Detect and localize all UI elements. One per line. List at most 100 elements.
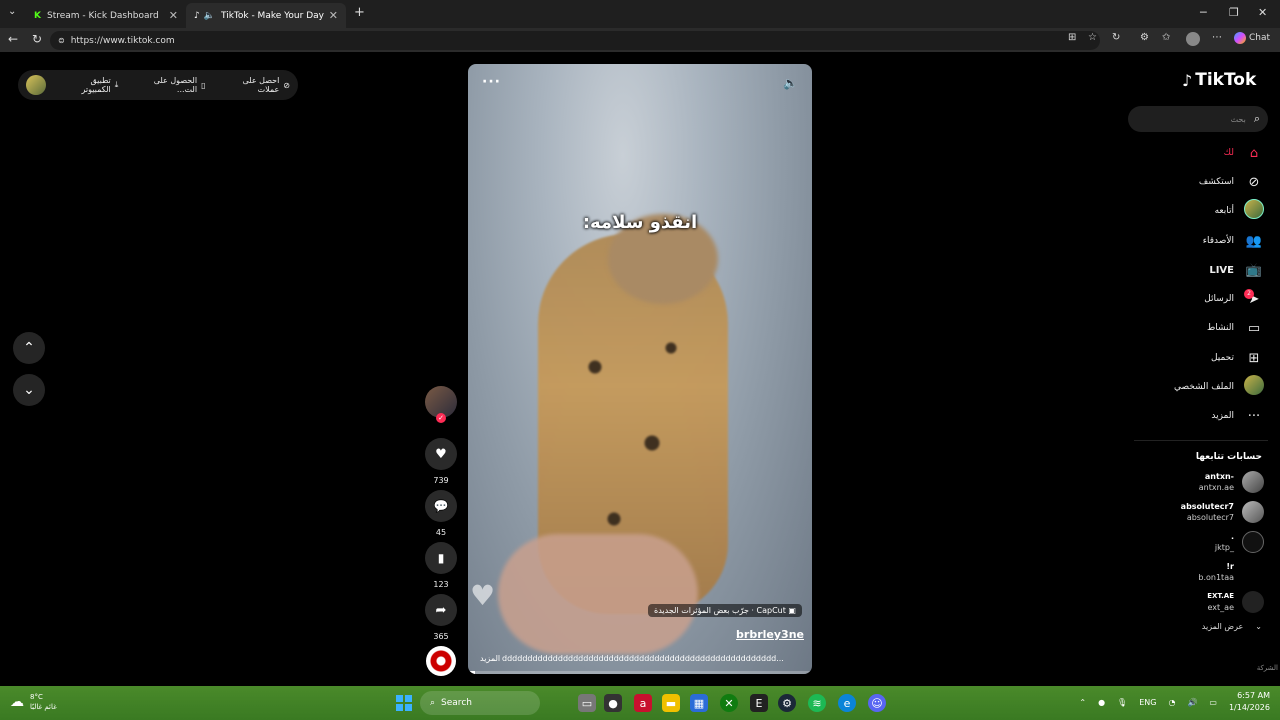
search-input[interactable]: بحث ⌕ xyxy=(1128,106,1268,132)
microphone-icon[interactable]: 🎙 xyxy=(1117,698,1127,707)
tiktok-logo[interactable]: ♪ TikTok xyxy=(1182,70,1256,90)
nav-explore[interactable]: استكشف ⊘ xyxy=(1199,170,1264,194)
close-window-icon[interactable]: ✕ xyxy=(1258,6,1267,19)
nav-for-you[interactable]: لك ⌂ xyxy=(1224,141,1264,165)
company-link[interactable]: الشركة xyxy=(1257,664,1278,672)
reload-icon[interactable]: ↻ xyxy=(32,32,42,46)
desktop-app-button[interactable]: ⤓ تطبيق الكمبيوتر xyxy=(60,76,119,94)
next-video-button[interactable]: ⌄ xyxy=(13,374,45,406)
clock[interactable]: 6:57 AM 1/14/2026 xyxy=(1229,690,1270,714)
nav-friends[interactable]: الأصدقاء 👥 xyxy=(1203,229,1264,253)
amd-icon[interactable]: a xyxy=(634,694,652,712)
copilot-icon xyxy=(1234,32,1246,44)
refresh-extension-icon[interactable]: ↻ xyxy=(1112,32,1120,43)
nav-following[interactable]: أتابعه xyxy=(1215,199,1264,223)
tab-list-icon[interactable]: ⌄ xyxy=(8,6,16,17)
nav-profile[interactable]: الملف الشخصي xyxy=(1174,375,1264,399)
more-options-icon[interactable]: ··· xyxy=(482,74,501,90)
tray-app-icon[interactable]: ● xyxy=(1098,698,1105,707)
comment-icon: 💬 xyxy=(425,490,457,522)
xbox-icon[interactable]: ✕ xyxy=(720,694,738,712)
nav-messages[interactable]: الرسائل ➤ 2 xyxy=(1204,287,1264,311)
steam-icon[interactable]: ⚙ xyxy=(778,694,796,712)
see-more-accounts-button[interactable]: عرض المزيد ⌄ xyxy=(1202,622,1262,631)
start-icon[interactable] xyxy=(396,695,412,711)
file-explorer-icon[interactable]: ▬ xyxy=(662,694,680,712)
url-input[interactable]: ⊜ https://www.tiktok.com xyxy=(50,31,1100,50)
following-account[interactable]: absolutecr7 absolutecr7 xyxy=(1181,498,1264,526)
follow-plus-icon[interactable]: ✓ xyxy=(436,413,446,423)
speaker-icon[interactable]: 🔈 xyxy=(204,11,215,21)
extensions-icon[interactable]: ⚙ xyxy=(1140,32,1149,43)
share-count: 365 xyxy=(433,632,449,641)
download-icon: ⤓ xyxy=(114,80,119,89)
get-coins-button[interactable]: ⊘ احصل على عملات xyxy=(219,76,291,94)
effect-label: CapCut · جرّب بعض المؤثرات الجديدة xyxy=(654,606,786,615)
nav-label: الأصدقاء xyxy=(1202,236,1234,246)
nav-activity[interactable]: النشاط ▭ xyxy=(1207,316,1264,340)
weather-widget[interactable]: ☁ 8°C غائم غالبًا xyxy=(10,692,57,712)
get-app-button[interactable]: ▯ الحصول على الت... xyxy=(132,76,206,94)
share-arrow-icon: ➦ xyxy=(425,594,457,626)
split-screen-icon[interactable]: ⊞ xyxy=(1068,32,1076,43)
see-more-link[interactable]: المزيد xyxy=(480,654,500,663)
music-disc-button[interactable] xyxy=(424,646,458,676)
video-progress-bar[interactable] xyxy=(468,671,812,674)
nav-upload[interactable]: تحميل ⊞ xyxy=(1211,346,1264,370)
edge-icon[interactable]: e xyxy=(838,694,856,712)
following-account[interactable]: EXT.AE ext_ae xyxy=(1207,588,1264,616)
comment-button[interactable]: 💬 45 xyxy=(424,490,458,537)
creator-avatar-button[interactable]: ✓ xyxy=(424,386,458,423)
volume-icon[interactable]: 🔈 xyxy=(783,76,798,90)
previous-video-button[interactable]: ⌃ xyxy=(13,332,45,364)
video-caption: انقذو سلامه: xyxy=(582,212,698,233)
friends-icon: 👥 xyxy=(1245,233,1263,249)
close-icon[interactable]: ✕ xyxy=(329,9,338,22)
volume-icon[interactable]: 🔊 xyxy=(1187,698,1197,707)
tab-kick[interactable]: K Stream - Kick Dashboard ✕ xyxy=(26,3,186,28)
user-avatar[interactable] xyxy=(26,75,46,95)
language-indicator[interactable]: ENG xyxy=(1139,698,1156,707)
wifi-icon[interactable]: ◔ xyxy=(1168,698,1175,707)
favorites-icon[interactable]: ✩ xyxy=(1162,32,1170,43)
back-icon[interactable]: ← xyxy=(8,32,18,46)
following-account[interactable]: antxn-antxn.ae xyxy=(1199,468,1264,496)
favorite-star-icon[interactable]: ☆ xyxy=(1088,32,1097,43)
spotify-icon[interactable]: ≋ xyxy=(808,694,826,712)
browser-tab-bar: ⌄ K Stream - Kick Dashboard ✕ ♪ 🔈 TikTok… xyxy=(0,0,1280,28)
video-player[interactable]: انقذو سلامه: ··· 🔈 ♥ ▣ CapCut · جرّب بعض… xyxy=(468,64,812,674)
menu-dots-icon[interactable]: ⋯ xyxy=(1212,32,1222,43)
date: 1/14/2026 xyxy=(1228,703,1270,712)
nav-live[interactable]: LIVE 📺 xyxy=(1209,258,1264,282)
obs-icon[interactable]: ● xyxy=(604,694,622,712)
save-button[interactable]: ▮ 123 xyxy=(424,542,458,589)
close-icon[interactable]: ✕ xyxy=(169,9,178,22)
minimize-icon[interactable]: ─ xyxy=(1200,6,1207,19)
nav-more[interactable]: المزيد ··· xyxy=(1211,404,1264,428)
effect-chip[interactable]: ▣ CapCut · جرّب بعض المؤثرات الجديدة xyxy=(648,604,802,617)
new-tab-button[interactable]: + xyxy=(354,5,365,20)
share-button[interactable]: ➦ 365 xyxy=(424,594,458,641)
search-icon[interactable]: ⌕ xyxy=(1254,112,1260,126)
copilot-chat-button[interactable]: Chat xyxy=(1234,32,1270,44)
site-info-icon[interactable]: ⊜ xyxy=(58,36,65,45)
task-view-icon[interactable]: ▭ xyxy=(578,694,596,712)
weather-condition: غائم غالبًا xyxy=(30,703,57,711)
chevron-up-icon[interactable]: ⌃ xyxy=(1079,698,1086,707)
like-button[interactable]: ♥ 739 xyxy=(424,438,458,485)
account-avatar xyxy=(1242,501,1264,523)
discord-icon[interactable]: ☺ xyxy=(868,694,886,712)
account-handle: b.on1taa xyxy=(1198,573,1234,582)
profile-avatar[interactable] xyxy=(1186,32,1200,46)
restore-icon[interactable]: ❐ xyxy=(1229,6,1239,19)
account-name: !r xyxy=(1226,562,1234,571)
creator-avatar: ✓ xyxy=(425,386,457,423)
following-account[interactable]: !r b.on1taa xyxy=(1198,558,1264,586)
epic-games-icon[interactable]: E xyxy=(750,694,768,712)
tab-tiktok[interactable]: ♪ 🔈 TikTok - Make Your Day ✕ xyxy=(186,3,346,28)
battery-icon[interactable]: ▭ xyxy=(1209,698,1217,707)
following-account[interactable]: . jktp_ xyxy=(1215,528,1264,556)
microsoft-store-icon[interactable]: ▦ xyxy=(690,694,708,712)
taskbar-search[interactable]: ⌕ Search xyxy=(420,691,540,715)
video-author-link[interactable]: brbrley3ne xyxy=(736,628,804,641)
